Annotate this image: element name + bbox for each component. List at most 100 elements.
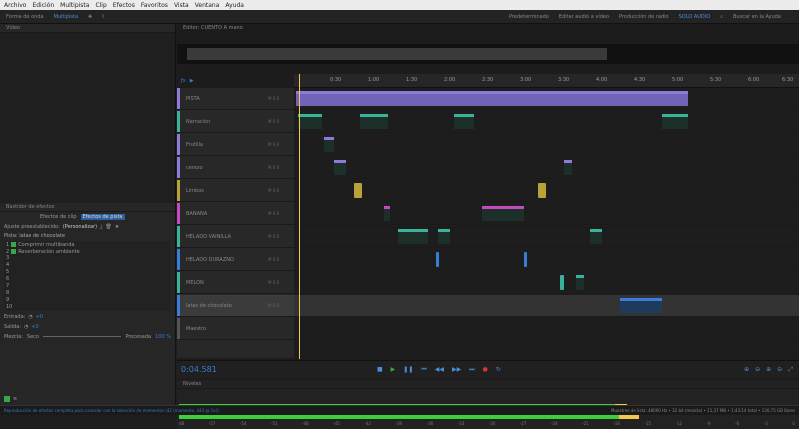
view-waveform-button[interactable]: Forma de onda — [2, 12, 48, 22]
track-name[interactable]: latas de chocolate — [180, 303, 268, 309]
track-header[interactable]: PISTA M S R — [177, 88, 294, 110]
workspace-predeterminado[interactable]: Predeterminado — [505, 12, 553, 22]
track-msr-buttons[interactable]: M S R — [268, 257, 294, 262]
audio-clip[interactable] — [560, 275, 564, 290]
audio-clip[interactable] — [354, 183, 362, 198]
stop-icon[interactable]: ■ — [377, 366, 383, 374]
lane[interactable] — [294, 157, 799, 179]
track-name[interactable]: Maestro — [180, 326, 294, 332]
fast-forward-icon[interactable]: ▶▶ — [452, 366, 461, 374]
rack-power-icon[interactable] — [4, 396, 10, 402]
lane[interactable] — [294, 180, 799, 202]
zoom-full-icon[interactable]: ⤢ — [788, 366, 793, 374]
effect-slot-3[interactable]: 3 — [4, 255, 171, 262]
menu-archivo[interactable]: Archivo — [4, 2, 26, 9]
output-value[interactable]: +0 — [31, 324, 38, 330]
track-msr-buttons[interactable]: M S R — [268, 165, 294, 170]
workspace-radio[interactable]: Producción de radio — [615, 12, 673, 22]
track-header[interactable]: HELADO DURAZNO M S R — [177, 249, 294, 271]
audio-clip[interactable] — [454, 114, 474, 129]
help-search-input[interactable]: Buscar en la Ayuda — [729, 12, 799, 22]
track-msr-buttons[interactable]: M S R — [268, 96, 294, 101]
track-name[interactable]: cerezo — [180, 165, 268, 171]
track-name[interactable]: Limbos — [180, 188, 268, 194]
loop-icon[interactable]: ↻ — [496, 366, 501, 374]
audio-clip[interactable] — [360, 114, 388, 129]
menu-edicion[interactable]: Edición — [32, 2, 54, 9]
audio-clip[interactable] — [482, 206, 524, 221]
audio-clip[interactable] — [538, 183, 546, 198]
zoom-in-amplitude-icon[interactable]: ⊕ — [744, 366, 749, 374]
time-ruler[interactable]: 0:30 1:00 1:30 2:00 2:30 3:00 3:30 4:00 … — [294, 74, 799, 88]
menu-vista[interactable]: Vista — [174, 2, 189, 9]
lane[interactable] — [294, 226, 799, 248]
mix-value[interactable]: 100 % — [155, 334, 171, 340]
timecode-display[interactable]: 0:04.581 — [177, 365, 237, 374]
audio-clip[interactable] — [334, 160, 346, 175]
track-msr-buttons[interactable]: M S R — [268, 303, 294, 308]
playhead[interactable] — [299, 74, 300, 359]
track-name[interactable]: MELON — [180, 280, 268, 286]
effect-slot-4[interactable]: 4 — [4, 262, 171, 269]
zoom-in-time-icon[interactable]: ⊕ — [766, 366, 771, 374]
audio-clip[interactable] — [324, 137, 334, 152]
menu-clip[interactable]: Clip — [95, 2, 106, 9]
workspace-editar-audio[interactable]: Editar audio a vídeo — [555, 12, 613, 22]
fx-icon[interactable]: ƒx — [181, 78, 186, 84]
audio-clip[interactable] — [436, 252, 439, 267]
tab-track-effects[interactable]: Efectos de pista — [80, 214, 125, 220]
track-msr-buttons[interactable]: M S R — [268, 142, 294, 147]
move-tool-icon[interactable]: ✥ — [84, 12, 96, 22]
zoom-out-amplitude-icon[interactable]: ⊖ — [755, 366, 760, 374]
menu-multipista[interactable]: Multipista — [60, 2, 89, 9]
goto-end-icon[interactable]: ⏭ — [469, 366, 474, 374]
favorite-icon[interactable]: ★ — [115, 224, 119, 230]
effect-slot-1[interactable]: 1 Comprimir multibanda — [4, 241, 171, 248]
lane[interactable] — [294, 88, 799, 110]
mix-slider[interactable] — [42, 334, 122, 337]
track-name[interactable]: BANANA — [180, 211, 268, 217]
view-multitrack-button[interactable]: Multipista — [50, 12, 82, 22]
output-knob-icon[interactable]: ◔ — [24, 324, 28, 330]
track-header[interactable]: Narración M S R — [177, 111, 294, 133]
track-msr-buttons[interactable]: M S R — [268, 280, 294, 285]
audio-clip[interactable] — [296, 91, 688, 106]
audio-clip[interactable] — [398, 229, 428, 244]
rack-menu-icon[interactable]: ≡ — [13, 396, 17, 402]
master-track-header[interactable]: Maestro — [177, 318, 294, 340]
track-header[interactable]: Limbos M S R — [177, 180, 294, 202]
menu-efectos[interactable]: Efectos — [113, 2, 135, 9]
track-msr-buttons[interactable]: M S R — [268, 119, 294, 124]
presets-dropdown[interactable]: (Personalizar) — [63, 224, 97, 230]
pause-icon[interactable]: ❚❚ — [403, 366, 413, 374]
effect-slot-5[interactable]: 5 — [4, 269, 171, 276]
volume-icon[interactable]: ▶ — [190, 78, 194, 84]
time-selection-icon[interactable]: I — [98, 12, 107, 22]
menu-favoritos[interactable]: Favoritos — [141, 2, 168, 9]
lane[interactable] — [294, 249, 799, 271]
goto-start-icon[interactable]: ⏮ — [421, 366, 426, 374]
audio-clip[interactable] — [564, 160, 572, 175]
effect-slot-10[interactable]: 10 — [4, 304, 171, 311]
track-header[interactable]: HELADO VAINILLA M S R — [177, 226, 294, 248]
track-header[interactable]: MELON M S R — [177, 272, 294, 294]
track-msr-buttons[interactable]: M S R — [268, 188, 294, 193]
track-name[interactable]: PISTA — [180, 96, 268, 102]
menu-ayuda[interactable]: Ayuda — [225, 2, 244, 9]
record-icon[interactable]: ● — [483, 366, 488, 374]
input-value[interactable]: +0 — [36, 314, 43, 320]
track-msr-buttons[interactable]: M S R — [268, 211, 294, 216]
power-icon[interactable] — [11, 249, 17, 254]
lane[interactable] — [294, 134, 799, 156]
audio-clip[interactable] — [298, 114, 322, 129]
lane[interactable] — [294, 203, 799, 225]
audio-clip[interactable] — [662, 114, 688, 129]
track-name[interactable]: HELADO DURAZNO — [180, 257, 268, 263]
audio-clip[interactable] — [576, 275, 584, 290]
zoom-out-time-icon[interactable]: ⊖ — [777, 366, 782, 374]
menu-ventana[interactable]: Ventana — [195, 2, 220, 9]
delete-preset-icon[interactable]: 🗑 — [105, 224, 111, 230]
track-header[interactable]: cerezo M S R — [177, 157, 294, 179]
lane[interactable] — [294, 272, 799, 294]
track-lanes[interactable] — [294, 88, 799, 358]
